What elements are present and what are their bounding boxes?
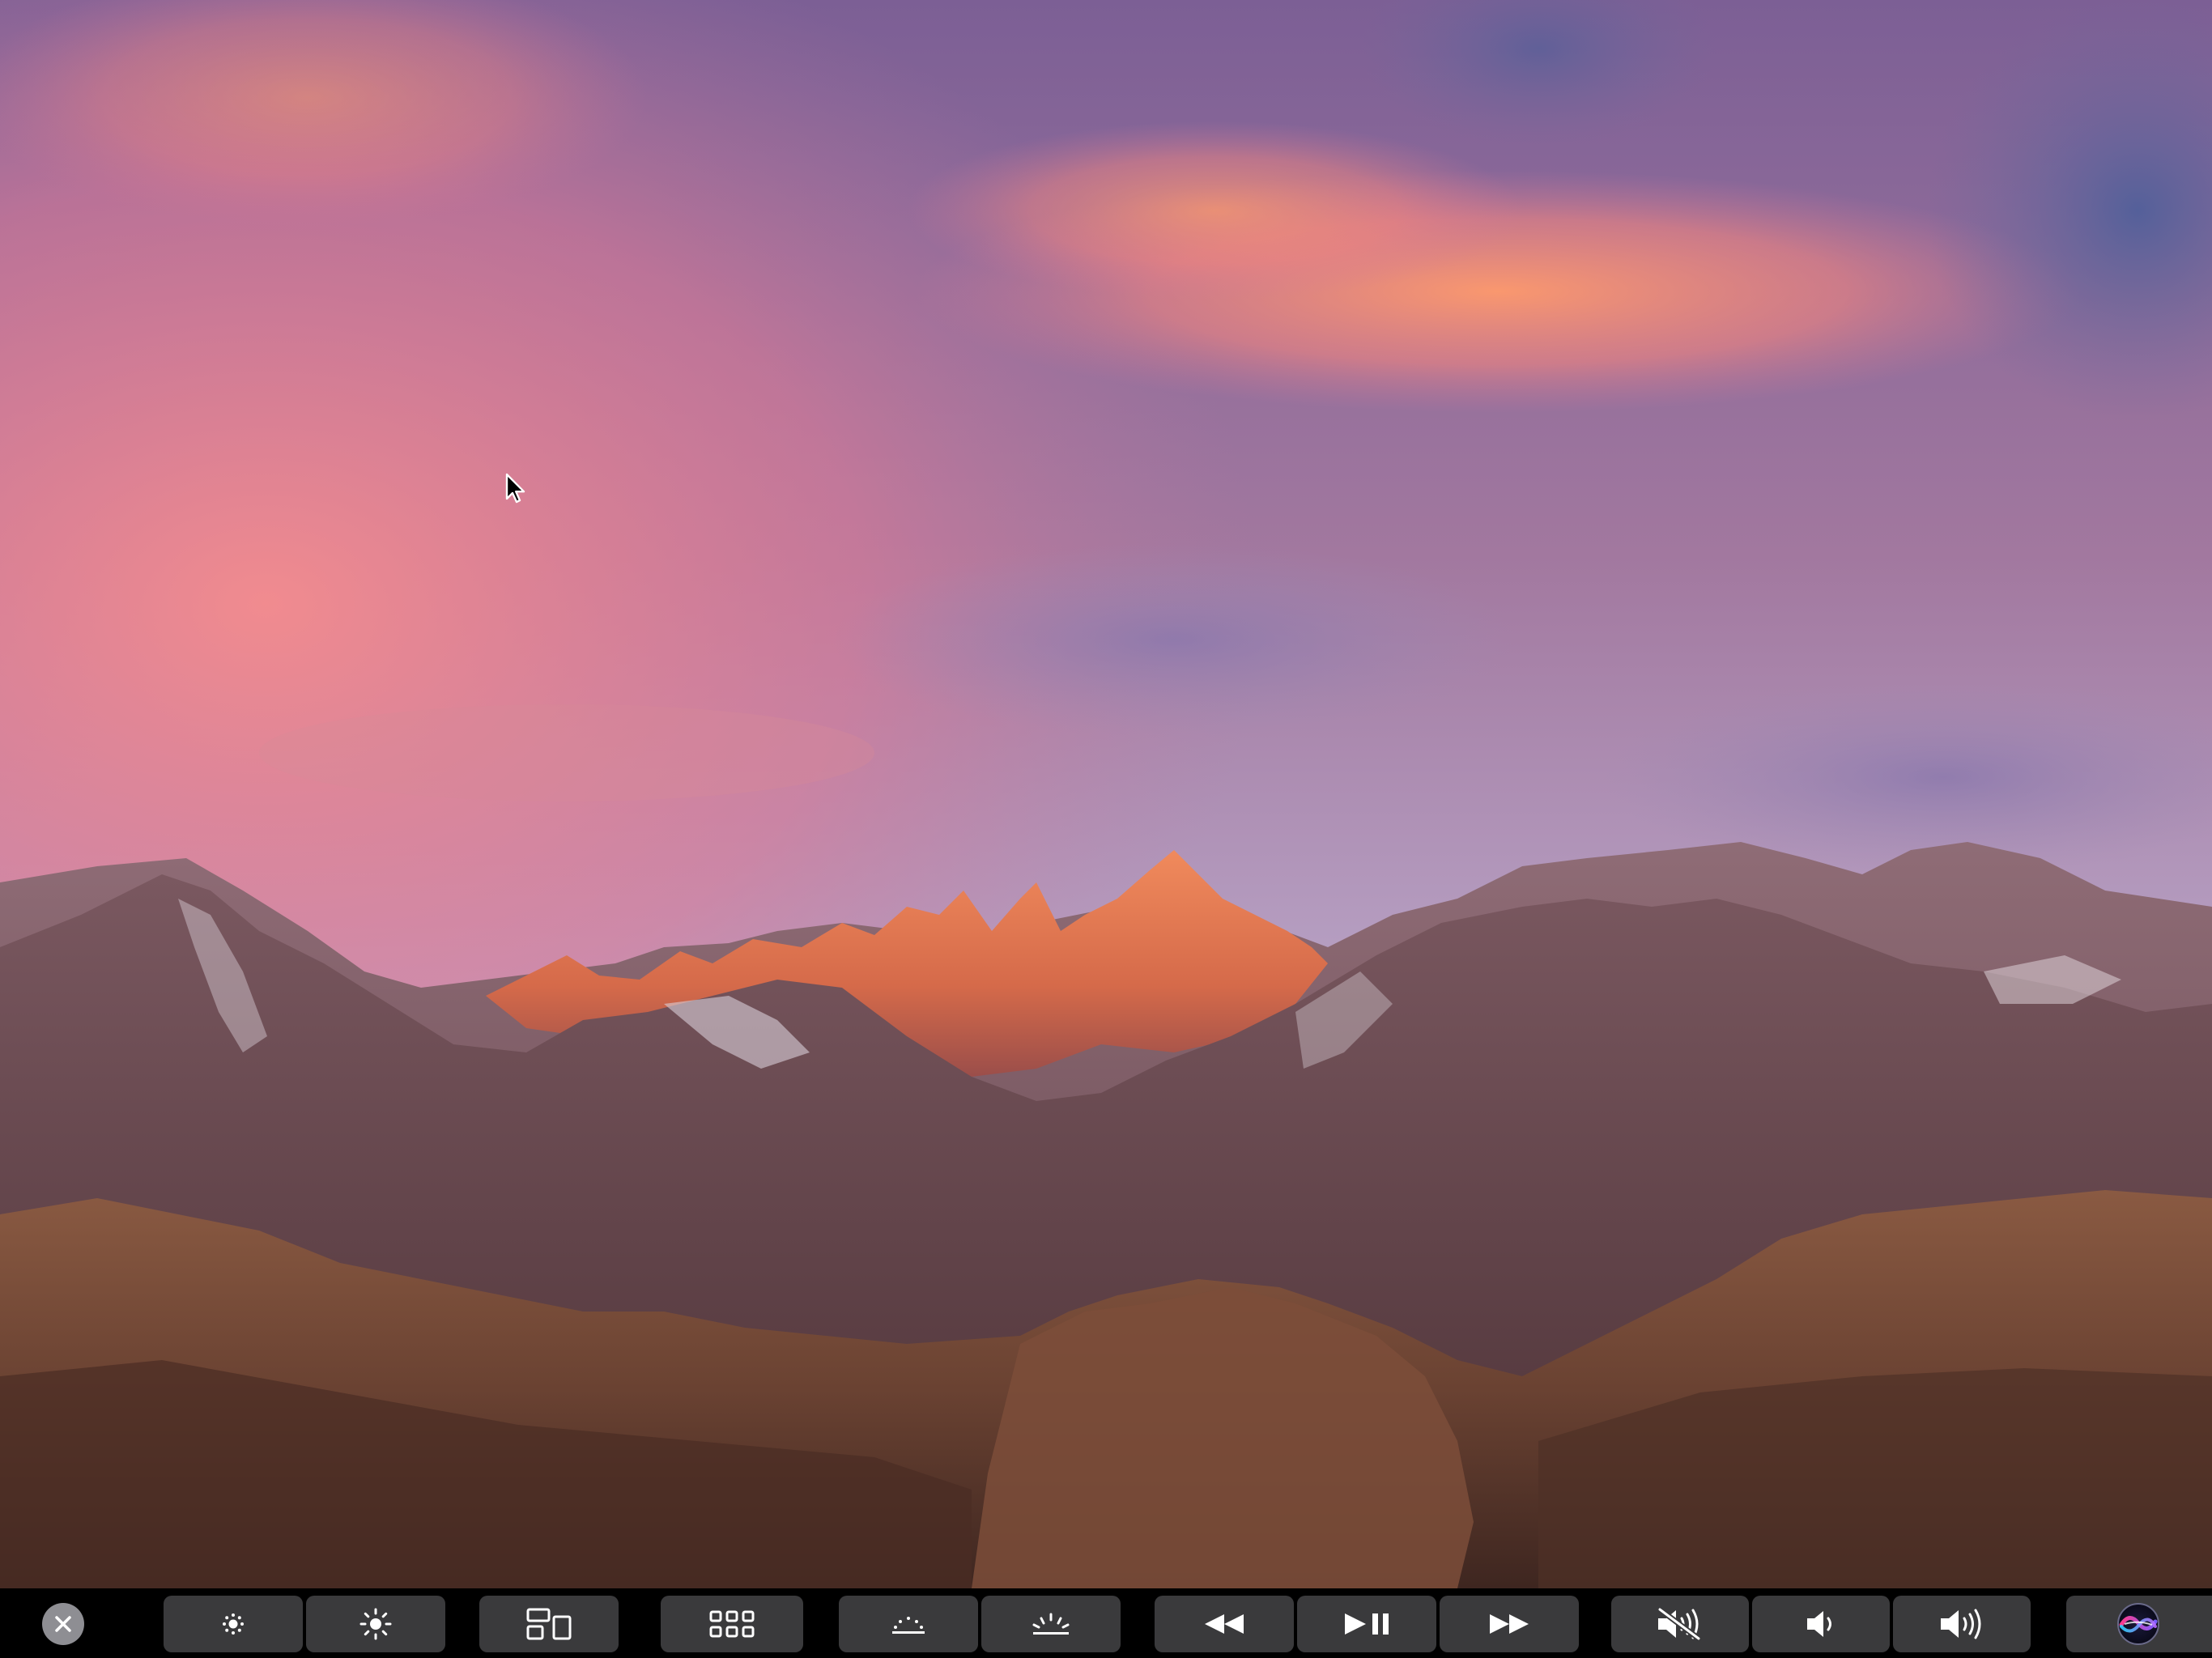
keyboard-brightness-down-button[interactable]: [839, 1596, 978, 1652]
launchpad-icon: [709, 1610, 755, 1638]
launchpad-button[interactable]: [661, 1596, 803, 1652]
mission-control-icon: [526, 1608, 572, 1640]
touch-bar: [0, 1588, 2212, 1658]
keyboard-brightness-up-icon: [1032, 1613, 1070, 1635]
fast-forward-icon: [1490, 1614, 1529, 1634]
close-button[interactable]: [42, 1603, 84, 1645]
close-icon: [55, 1616, 71, 1632]
play-pause-icon: [1345, 1613, 1389, 1635]
fast-forward-button[interactable]: [1440, 1596, 1579, 1652]
volume-down-icon: [1807, 1611, 1831, 1637]
volume-down-button[interactable]: [1752, 1596, 1890, 1652]
brightness-up-icon: [359, 1608, 392, 1640]
keyboard-brightness-down-icon: [892, 1617, 925, 1634]
mission-control-button[interactable]: [479, 1596, 619, 1652]
brightness-down-button[interactable]: [164, 1596, 303, 1652]
volume-up-icon: [1941, 1609, 1981, 1639]
arrow-pointer-icon: [505, 473, 525, 504]
siri-icon: [2117, 1603, 2159, 1645]
brightness-up-button[interactable]: [306, 1596, 445, 1652]
siri-button[interactable]: [2066, 1596, 2212, 1652]
volume-up-button[interactable]: [1893, 1596, 2031, 1652]
rewind-icon: [1205, 1614, 1244, 1634]
desktop: [0, 0, 2212, 1658]
mute-icon: [1657, 1607, 1701, 1641]
brightness-down-icon: [223, 1613, 244, 1635]
wallpaper: [0, 0, 2212, 1588]
mute-button[interactable]: [1611, 1596, 1749, 1652]
play-pause-button[interactable]: [1297, 1596, 1436, 1652]
keyboard-brightness-up-button[interactable]: [981, 1596, 1121, 1652]
rewind-button[interactable]: [1155, 1596, 1294, 1652]
